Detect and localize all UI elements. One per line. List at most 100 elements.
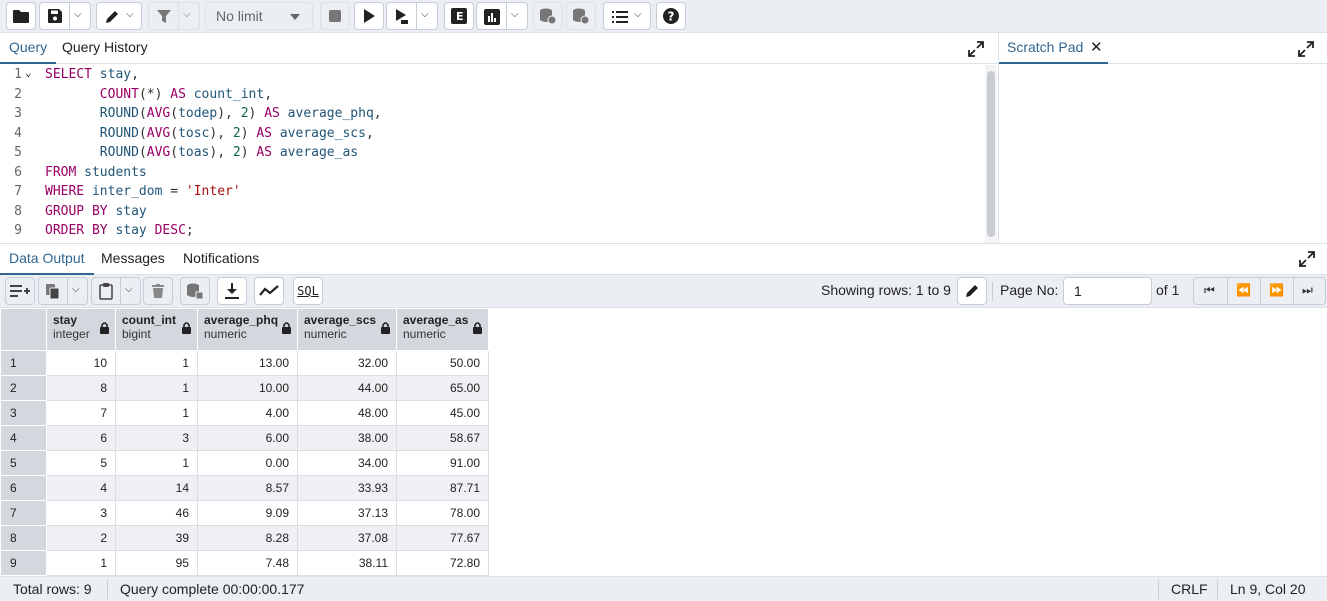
table-row[interactable]: 5 5 1 0.00 34.00 91.00 xyxy=(0,450,489,476)
tab-query-history[interactable]: Query History xyxy=(62,33,148,64)
table-cell[interactable]: 38.11 xyxy=(297,550,397,576)
column-header[interactable]: count_int bigint xyxy=(115,308,198,351)
table-cell[interactable]: 0.00 xyxy=(197,450,298,476)
table-cell[interactable]: 8 xyxy=(46,375,116,401)
paste-button[interactable]: ⌵ xyxy=(91,277,141,305)
table-cell[interactable]: 4 xyxy=(46,475,116,501)
chevron-down-icon[interactable]: ⌵ xyxy=(634,9,642,20)
expand-icon[interactable] xyxy=(968,41,984,57)
page-number-input[interactable]: 1 xyxy=(1063,277,1152,305)
table-cell[interactable]: 33.93 xyxy=(297,475,397,501)
scrollbar-thumb[interactable] xyxy=(987,71,995,237)
table-cell[interactable]: 34.00 xyxy=(297,450,397,476)
table-cell[interactable]: 9.09 xyxy=(197,500,298,526)
row-number[interactable]: 3 xyxy=(0,400,47,426)
rollback-button[interactable] xyxy=(566,2,596,30)
edit-rows-button[interactable] xyxy=(957,277,987,305)
table-cell[interactable]: 13.00 xyxy=(197,350,298,376)
table-cell[interactable]: 50.00 xyxy=(396,350,489,376)
table-cell[interactable]: 4.00 xyxy=(197,400,298,426)
view-sql-button[interactable]: SQL xyxy=(293,277,323,305)
table-cell[interactable]: 39 xyxy=(115,525,198,551)
table-cell[interactable]: 72.80 xyxy=(396,550,489,576)
table-cell[interactable]: 44.00 xyxy=(297,375,397,401)
table-cell[interactable]: 37.08 xyxy=(297,525,397,551)
delete-button[interactable] xyxy=(143,277,173,305)
table-cell[interactable]: 1 xyxy=(115,350,198,376)
macros-button[interactable]: ⌵ xyxy=(603,2,651,30)
table-cell[interactable]: 7.48 xyxy=(197,550,298,576)
table-cell[interactable]: 10 xyxy=(46,350,116,376)
save-data-button[interactable] xyxy=(180,277,210,305)
table-row[interactable]: 1 10 1 13.00 32.00 50.00 xyxy=(0,350,489,376)
table-cell[interactable]: 45.00 xyxy=(396,400,489,426)
chevron-down-icon[interactable]: ⌵ xyxy=(421,9,429,20)
table-cell[interactable]: 58.67 xyxy=(396,425,489,451)
table-cell[interactable]: 95 xyxy=(115,550,198,576)
table-row[interactable]: 3 7 1 4.00 48.00 45.00 xyxy=(0,400,489,426)
table-cell[interactable]: 65.00 xyxy=(396,375,489,401)
table-cell[interactable]: 1 xyxy=(115,375,198,401)
tab-messages[interactable]: Messages xyxy=(101,244,165,275)
pane-divider[interactable] xyxy=(998,33,999,243)
table-cell[interactable]: 3 xyxy=(115,425,198,451)
download-button[interactable] xyxy=(217,277,247,305)
row-number[interactable]: 4 xyxy=(0,425,47,451)
tab-notifications[interactable]: Notifications xyxy=(183,244,259,275)
row-number[interactable]: 6 xyxy=(0,475,47,501)
table-cell[interactable]: 2 xyxy=(46,525,116,551)
table-cell[interactable]: 3 xyxy=(46,500,116,526)
row-limit-select[interactable]: No limit xyxy=(205,2,313,30)
chevron-down-icon[interactable]: ⌵ xyxy=(511,9,519,20)
tab-data-output[interactable]: Data Output xyxy=(0,244,94,275)
row-number[interactable]: 9 xyxy=(0,550,47,576)
row-number[interactable]: 8 xyxy=(0,525,47,551)
table-cell[interactable]: 1 xyxy=(46,550,116,576)
table-cell[interactable]: 37.13 xyxy=(297,500,397,526)
chevron-down-icon[interactable]: ⌵ xyxy=(74,9,82,20)
table-cell[interactable]: 48.00 xyxy=(297,400,397,426)
save-file-button[interactable]: ⌵ xyxy=(39,2,91,30)
expand-icon[interactable] xyxy=(1299,251,1315,267)
stop-query-button[interactable] xyxy=(320,2,350,30)
execute-script-button[interactable]: ⌵ xyxy=(386,2,438,30)
table-cell[interactable]: 38.00 xyxy=(297,425,397,451)
fold-chevron-icon[interactable]: ⌄ xyxy=(25,66,32,79)
first-page-icon[interactable]: ⏮ xyxy=(1204,283,1215,298)
execute-button[interactable] xyxy=(354,2,384,30)
table-cell[interactable]: 78.00 xyxy=(396,500,489,526)
explain-button[interactable]: E xyxy=(444,2,474,30)
chevron-down-icon[interactable]: ⌵ xyxy=(183,9,191,20)
table-cell[interactable]: 1 xyxy=(115,400,198,426)
expand-icon[interactable] xyxy=(1298,41,1314,57)
table-cell[interactable]: 14 xyxy=(115,475,198,501)
table-cell[interactable]: 46 xyxy=(115,500,198,526)
table-cell[interactable]: 6 xyxy=(46,425,116,451)
tab-query[interactable]: Query xyxy=(0,33,57,64)
column-header[interactable]: stay integer xyxy=(46,308,116,351)
filter-button[interactable]: ⌵ xyxy=(148,2,200,30)
close-icon[interactable]: ✕ xyxy=(1090,33,1103,62)
table-row[interactable]: 9 1 95 7.48 38.11 72.80 xyxy=(0,550,489,576)
add-row-button[interactable] xyxy=(5,277,35,305)
next-page-icon[interactable]: ⏩ xyxy=(1269,283,1284,297)
table-cell[interactable]: 32.00 xyxy=(297,350,397,376)
tab-scratch-pad[interactable]: Scratch Pad ✕ xyxy=(999,33,1108,64)
sql-editor[interactable]: 1 ⌄ 2 3 4 5 6 7 8 9 SELECT stay, COUNT(*… xyxy=(0,65,985,243)
row-number[interactable]: 2 xyxy=(0,375,47,401)
edit-button[interactable]: ⌵ xyxy=(96,2,142,30)
table-cell[interactable]: 8.57 xyxy=(197,475,298,501)
chevron-down-icon[interactable]: ⌵ xyxy=(126,9,134,20)
table-row[interactable]: 8 2 39 8.28 37.08 77.67 xyxy=(0,525,489,551)
table-row[interactable]: 7 3 46 9.09 37.13 78.00 xyxy=(0,500,489,526)
row-number[interactable]: 5 xyxy=(0,450,47,476)
table-cell[interactable]: 1 xyxy=(115,450,198,476)
last-page-icon[interactable]: ⏭ xyxy=(1302,283,1313,298)
open-file-button[interactable] xyxy=(6,2,36,30)
table-cell[interactable]: 7 xyxy=(46,400,116,426)
table-cell[interactable]: 87.71 xyxy=(396,475,489,501)
table-cell[interactable]: 8.28 xyxy=(197,525,298,551)
chevron-down-icon[interactable]: ⌵ xyxy=(72,284,80,295)
grid-corner[interactable] xyxy=(0,308,47,351)
commit-button[interactable] xyxy=(533,2,563,30)
